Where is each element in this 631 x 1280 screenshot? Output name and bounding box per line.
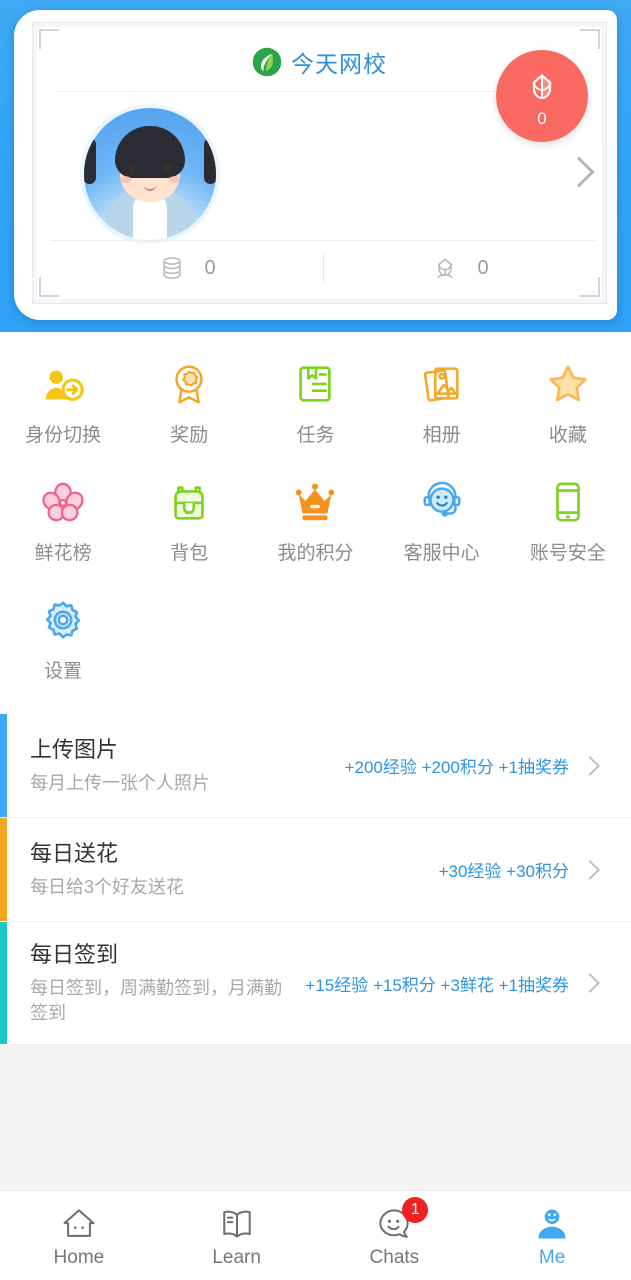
star-icon — [545, 358, 591, 410]
grid-item-label: 奖励 — [170, 425, 209, 446]
profile-card[interactable]: 今天网校 0 0 0 — [14, 10, 617, 320]
grid-item-award[interactable]: 奖励 — [126, 354, 252, 472]
task-text-block: 上传图片 每月上传一张个人照片 — [30, 735, 345, 796]
tab-home[interactable]: Home — [0, 1203, 158, 1269]
grid-item-settings[interactable]: 设置 — [0, 590, 126, 708]
headset-support-icon — [419, 476, 465, 528]
tab-label: Me — [538, 1246, 566, 1268]
grid-item-identity-switch[interactable]: 身份切换 — [0, 354, 126, 472]
bottom-tab-bar: Home Learn 1 Chats Me — [0, 1190, 631, 1280]
tulip-icon — [532, 73, 552, 99]
stat-flowers-value: 0 — [477, 256, 489, 279]
grid-item-label: 鲜花榜 — [34, 543, 92, 564]
task-reward: +15经验 +15积分 +3鲜花 +1抽奖券 — [305, 975, 569, 995]
task-accent-bar — [0, 922, 7, 1045]
grid-item-favorites[interactable]: 收藏 — [505, 354, 631, 472]
grid-spacer — [505, 590, 631, 708]
grid-item-customer-service[interactable]: 客服中心 — [379, 472, 505, 590]
task-notebook-icon — [292, 358, 338, 410]
chevron-right-icon[interactable] — [580, 973, 600, 993]
task-accent-bar — [0, 714, 7, 817]
grid-item-tasks[interactable]: 任务 — [252, 354, 378, 472]
avatar[interactable] — [84, 108, 216, 240]
chevron-right-icon[interactable] — [580, 755, 600, 776]
task-text-block: 每日签到 每日签到，周满勤签到，月满勤签到 — [30, 940, 305, 1026]
task-reward: +30经验 +30积分 — [438, 862, 569, 881]
chevron-right-icon[interactable] — [580, 859, 600, 880]
grid-item-label: 相册 — [422, 425, 461, 446]
task-row[interactable]: 每日送花 每日给3个好友送花 +30经验 +30积分 — [0, 818, 631, 922]
grid-item-label: 背包 — [170, 543, 209, 564]
tab-label: Home — [53, 1246, 105, 1268]
stat-flowers[interactable]: 0 — [324, 254, 596, 282]
phone-security-icon — [545, 476, 591, 528]
backpack-icon — [166, 476, 212, 528]
tab-label: Chats — [369, 1246, 420, 1268]
grid-spacer — [126, 590, 252, 708]
flower-ranking-icon — [40, 476, 86, 528]
task-title: 每日签到 — [30, 942, 119, 967]
grid-item-account-security[interactable]: 账号安全 — [505, 472, 631, 590]
tab-learn[interactable]: Learn — [158, 1203, 316, 1269]
profile-next-chevron-icon[interactable] — [563, 156, 595, 188]
task-title: 每日送花 — [30, 841, 119, 867]
grid-item-label: 我的积分 — [277, 543, 354, 564]
profile-card-frame: 今天网校 0 0 0 — [32, 22, 607, 304]
home-icon — [59, 1203, 99, 1245]
green-leaf-logo-icon — [252, 47, 282, 77]
book-icon — [217, 1203, 257, 1245]
flower-icon — [437, 258, 454, 279]
task-row[interactable]: 每日签到 每日签到，周满勤签到，月满勤签到 +15经验 +15积分 +3鲜花 +… — [0, 922, 631, 1046]
task-subtitle: 每日给3个好友送花 — [30, 876, 185, 897]
grid-item-label: 任务 — [296, 425, 335, 446]
crown-icon — [292, 476, 338, 528]
grid-item-my-points[interactable]: 我的积分 — [252, 472, 378, 590]
tab-chats[interactable]: 1 Chats — [316, 1196, 474, 1269]
grid-item-label: 身份切换 — [25, 425, 102, 446]
grid-item-label: 设置 — [44, 661, 83, 682]
grid-item-album[interactable]: 相册 — [379, 354, 505, 472]
brand-name: 今天网校 — [291, 52, 387, 78]
tab-me[interactable]: Me — [473, 1203, 631, 1269]
flower-count-value: 0 — [537, 108, 547, 128]
grid-item-flower-ranking[interactable]: 鲜花榜 — [0, 472, 126, 590]
person-icon — [532, 1203, 572, 1245]
grid-spacer — [252, 590, 378, 708]
identity-switch-icon — [40, 358, 86, 410]
grid-item-label: 账号安全 — [529, 543, 606, 564]
grid-spacer — [379, 590, 505, 708]
stat-coins[interactable]: 0 — [51, 254, 323, 282]
grid-item-label: 客服中心 — [403, 543, 480, 564]
profile-stats: 0 0 — [51, 241, 596, 295]
chat-smiley-icon: 1 — [374, 1196, 429, 1245]
gear-icon — [40, 594, 86, 646]
tab-label: Learn — [212, 1246, 261, 1268]
chats-unread-badge: 1 — [402, 1196, 429, 1223]
grid-item-label: 收藏 — [548, 425, 587, 446]
task-subtitle: 每月上传一张个人照片 — [30, 772, 210, 793]
grid-item-backpack[interactable]: 背包 — [126, 472, 252, 590]
task-text-block: 每日送花 每日给3个好友送花 — [30, 839, 439, 900]
user-avatar-image — [84, 108, 216, 240]
task-list: 上传图片 每月上传一张个人照片 +200经验 +200积分 +1抽奖券 每日送花… — [0, 714, 631, 1216]
task-row[interactable]: 上传图片 每月上传一张个人照片 +200经验 +200积分 +1抽奖券 — [0, 714, 631, 818]
photo-album-icon — [419, 358, 465, 410]
profile-header: 今天网校 0 0 0 — [0, 0, 631, 332]
task-subtitle: 每日签到，周满勤签到，月满勤签到 — [30, 977, 282, 1023]
task-reward: +200经验 +200积分 +1抽奖券 — [344, 758, 569, 777]
task-title: 上传图片 — [30, 737, 119, 763]
task-accent-bar — [0, 818, 7, 921]
app-root: 今天网校 0 0 0 身份切换 奖励 任务 相册 收藏 鲜花榜 背包 我的积分 … — [0, 0, 631, 1280]
flower-count-badge[interactable]: 0 — [496, 50, 588, 142]
feature-grid: 身份切换 奖励 任务 相册 收藏 鲜花榜 背包 我的积分 客服中心 账号安全 设… — [0, 332, 631, 714]
stat-coins-value: 0 — [204, 256, 216, 279]
award-medal-icon — [166, 358, 212, 410]
coin-stack-icon — [163, 257, 182, 279]
